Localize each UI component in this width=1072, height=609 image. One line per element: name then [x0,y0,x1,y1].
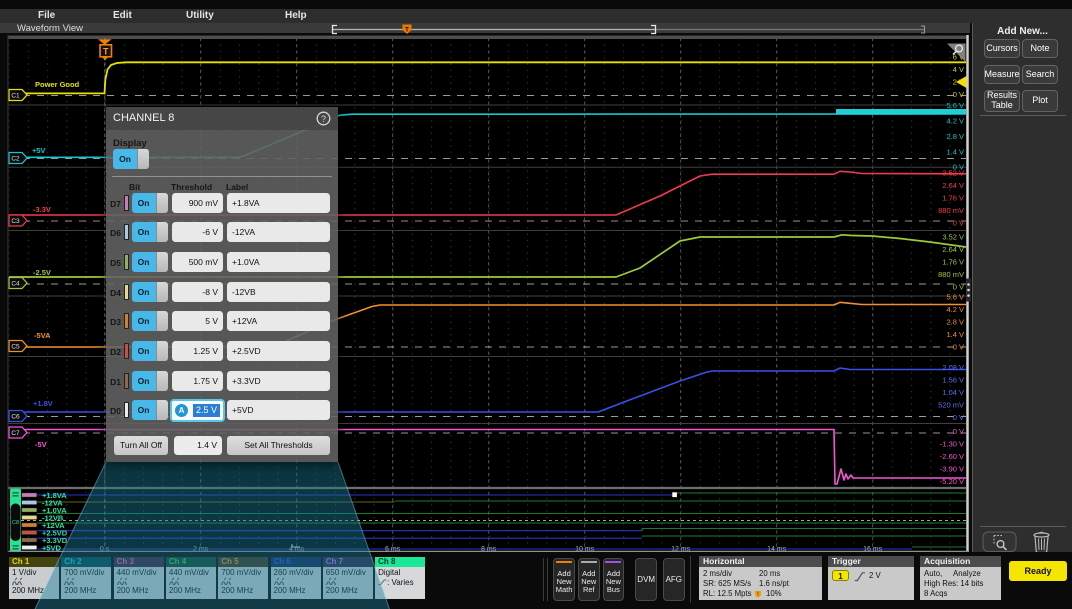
svg-text:-3.90 V: -3.90 V [940,465,964,474]
svg-text:0 V: 0 V [953,427,964,436]
svg-text:T: T [103,47,109,57]
svg-text:C7: C7 [11,430,20,437]
svg-text:C5: C5 [11,344,20,351]
svg-text:2.64 V: 2.64 V [942,181,964,190]
svg-text:T: T [405,27,409,34]
svg-text:0 V: 0 V [953,90,964,99]
svg-text:5.6 V: 5.6 V [946,101,964,110]
svg-text:C1: C1 [11,93,20,100]
svg-text:5.6 V: 5.6 V [946,293,964,302]
svg-text:+1.8V: +1.8V [33,399,53,408]
svg-text:880 mV: 880 mV [938,206,964,215]
svg-text:C8: C8 [12,520,19,526]
svg-text:C4: C4 [11,281,20,288]
svg-text:1.4 V: 1.4 V [946,330,964,339]
svg-text:C6: C6 [11,414,20,421]
svg-text:4.2 V: 4.2 V [946,117,964,126]
svg-text:1.76 V: 1.76 V [942,194,964,203]
svg-text:1.4 V: 1.4 V [946,148,964,157]
svg-text:2.8 V: 2.8 V [946,318,964,327]
svg-text:2.8 V: 2.8 V [946,132,964,141]
svg-text:+5V: +5V [32,146,46,155]
svg-text:-3.3V: -3.3V [33,205,51,214]
svg-text:0 V: 0 V [953,219,964,228]
svg-text:-2.60 V: -2.60 V [940,452,964,461]
svg-text:0 V: 0 V [953,343,964,352]
svg-text:3.52 V: 3.52 V [942,233,964,242]
svg-text:?: ? [321,114,326,124]
svg-text:-5VA: -5VA [34,331,51,340]
svg-text:1.56 V: 1.56 V [942,376,964,385]
svg-text:520 mV: 520 mV [938,401,964,410]
svg-text:C3: C3 [11,218,20,225]
svg-text:0 V: 0 V [953,413,964,422]
svg-text:-1.30 V: -1.30 V [940,440,964,449]
svg-text:2.08 V: 2.08 V [942,363,964,372]
svg-text:C2: C2 [11,156,20,163]
svg-text:4.2 V: 4.2 V [946,305,964,314]
svg-text:-2.5V: -2.5V [33,268,51,277]
svg-text:-5V: -5V [35,440,47,449]
svg-text:-5.20 V: -5.20 V [940,477,964,486]
svg-text:3.52 V: 3.52 V [942,169,964,178]
svg-text:0 V: 0 V [953,283,964,292]
svg-text:2.64 V: 2.64 V [942,245,964,254]
svg-text:Power Good: Power Good [35,80,80,89]
svg-text:1.76 V: 1.76 V [942,258,964,267]
svg-text:4 V: 4 V [953,65,964,74]
svg-text:1.04 V: 1.04 V [942,388,964,397]
svg-text:880 mV: 880 mV [938,270,964,279]
